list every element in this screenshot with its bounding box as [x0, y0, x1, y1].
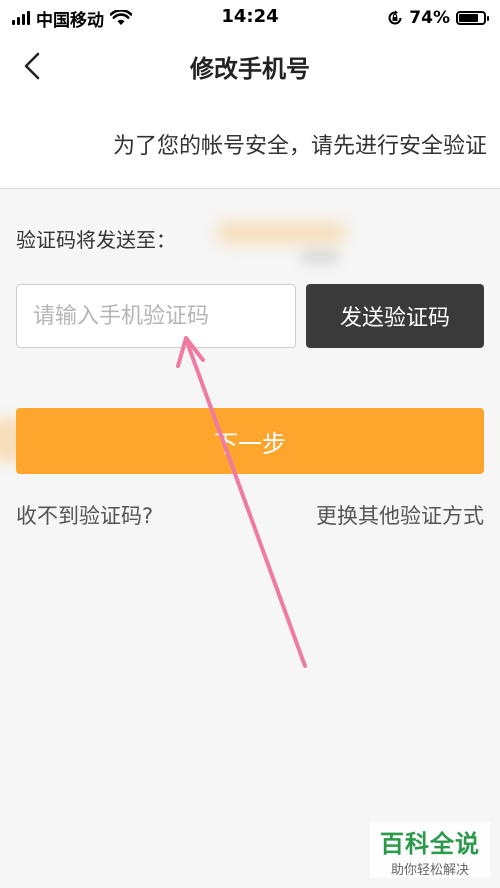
- send-to-label: 验证码将发送至：: [16, 228, 176, 252]
- next-step-button[interactable]: 下一步: [16, 408, 484, 474]
- send-code-button[interactable]: 发送验证码: [306, 284, 484, 348]
- security-notice-text: 为了您的帐号安全，请先进行安全验证: [112, 134, 487, 159]
- orientation-lock-icon: [388, 10, 402, 25]
- battery-percent: 74%: [409, 8, 450, 28]
- page-title: 修改手机号: [190, 55, 310, 83]
- status-bar: 中国移动 14:24 74%: [0, 0, 500, 36]
- nav-bar: 修改手机号: [0, 36, 500, 96]
- watermark-logo: 百科全说 助你轻松解决: [370, 822, 490, 878]
- security-notice: 为了您的帐号安全，请先进行安全验证: [0, 96, 500, 188]
- battery-fill: [459, 14, 479, 22]
- blurred-phone-number: [210, 218, 350, 272]
- other-method-link[interactable]: 更换其他验证方式: [316, 500, 484, 530]
- watermark-subtitle: 助你轻松解决: [390, 863, 469, 878]
- divider: [0, 188, 500, 189]
- verification-code-input[interactable]: [16, 284, 296, 348]
- battery-icon: [456, 11, 489, 25]
- watermark-title: 百科全说: [380, 830, 480, 858]
- no-code-link[interactable]: 收不到验证码?: [16, 500, 153, 530]
- status-right: 74%: [387, 7, 489, 29]
